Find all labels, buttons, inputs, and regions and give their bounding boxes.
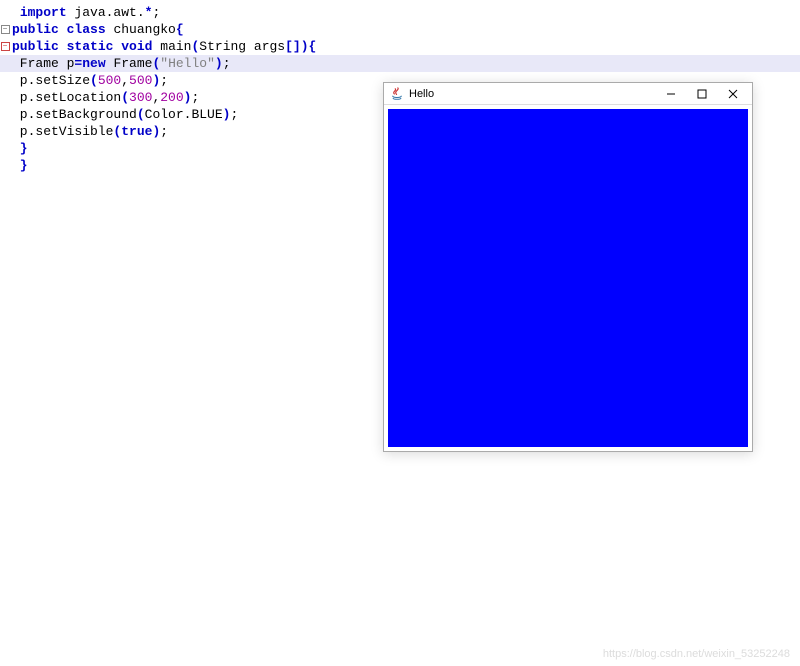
fold-minus-icon[interactable]: − bbox=[1, 25, 10, 34]
code-line[interactable]: −public class chuangko{ bbox=[0, 21, 800, 38]
maximize-button[interactable] bbox=[695, 87, 709, 101]
code-text: Frame p=new Frame("Hello"); bbox=[10, 55, 231, 72]
code-editor[interactable]: import java.awt.*;−public class chuangko… bbox=[0, 0, 800, 666]
code-line[interactable]: −public static void main(String args[]){ bbox=[0, 38, 800, 55]
code-text: p.setSize(500,500); bbox=[10, 72, 168, 89]
fold-minus-icon[interactable]: − bbox=[1, 42, 10, 51]
code-text: public static void main(String args[]){ bbox=[10, 38, 316, 55]
window-controls bbox=[664, 87, 748, 101]
code-text: p.setVisible(true); bbox=[10, 123, 168, 140]
java-frame-window[interactable]: Hello bbox=[383, 82, 753, 452]
window-title: Hello bbox=[409, 88, 664, 100]
frame-body bbox=[388, 109, 748, 447]
code-text: } bbox=[10, 140, 28, 157]
java-icon bbox=[390, 87, 404, 101]
titlebar[interactable]: Hello bbox=[384, 83, 752, 105]
code-text: public class chuangko{ bbox=[10, 21, 184, 38]
minimize-button[interactable] bbox=[664, 87, 678, 101]
code-line[interactable]: import java.awt.*; bbox=[0, 4, 800, 21]
watermark: https://blog.csdn.net/weixin_53252248 bbox=[603, 648, 790, 660]
close-button[interactable] bbox=[726, 87, 740, 101]
gutter: − bbox=[0, 25, 10, 34]
code-text: import java.awt.*; bbox=[10, 4, 160, 21]
gutter: − bbox=[0, 42, 10, 51]
code-text: p.setBackground(Color.BLUE); bbox=[10, 106, 238, 123]
code-line[interactable]: Frame p=new Frame("Hello"); bbox=[0, 55, 800, 72]
code-text: p.setLocation(300,200); bbox=[10, 89, 199, 106]
code-text: } bbox=[10, 157, 28, 174]
